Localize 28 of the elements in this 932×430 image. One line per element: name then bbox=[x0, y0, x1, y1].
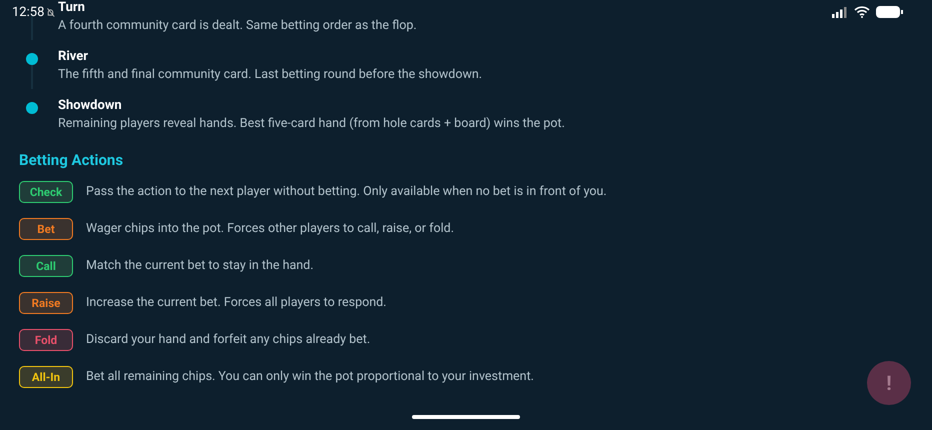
action-description: Bet all remaining chips. You can only win the pot proportional to your investment. bbox=[86, 368, 534, 385]
action-description: Discard your hand and forfeit any chips already bet. bbox=[86, 331, 370, 348]
battery-icon bbox=[876, 6, 903, 18]
action-description: Match the current bet to stay in the hand. bbox=[86, 257, 314, 274]
clock-time: 12:58 bbox=[12, 4, 44, 20]
action-tag: Raise bbox=[19, 292, 73, 314]
action-description: Wager chips into the pot. Forces other players to call, raise, or fold. bbox=[86, 220, 454, 237]
action-tag: Fold bbox=[19, 328, 73, 350]
home-indicator[interactable] bbox=[412, 415, 520, 419]
alert-button[interactable]: ! bbox=[867, 361, 911, 405]
action-tag: Bet bbox=[19, 218, 73, 240]
timeline-dot bbox=[26, 102, 38, 114]
phase-description: A fourth community card is dealt. Same betting order as the flop. bbox=[58, 17, 417, 34]
phase-title: Turn bbox=[58, 0, 85, 17]
phase-description: The fifth and final community card. Last betting round before the showdown. bbox=[58, 66, 482, 83]
timeline-dot bbox=[26, 53, 38, 65]
action-description: Increase the current bet. Forces all players to respond. bbox=[86, 294, 386, 311]
wifi-icon bbox=[854, 6, 870, 18]
action-tag: Call bbox=[19, 254, 73, 276]
phase-title: River bbox=[58, 48, 88, 66]
bell-off-icon bbox=[46, 6, 56, 18]
phase-description: Remaining players reveal hands. Best five-card hand (from hole cards + board) wins the pot. bbox=[58, 115, 565, 132]
phase-title: Showdown bbox=[58, 97, 122, 115]
action-tag: All-In bbox=[19, 366, 73, 388]
section-heading: Betting Actions bbox=[19, 151, 124, 169]
action-tag: Check bbox=[19, 180, 73, 202]
action-description: Pass the action to the next player without betting. Only available when no bet is in front of you. bbox=[86, 183, 607, 200]
signal-icon bbox=[832, 6, 848, 18]
